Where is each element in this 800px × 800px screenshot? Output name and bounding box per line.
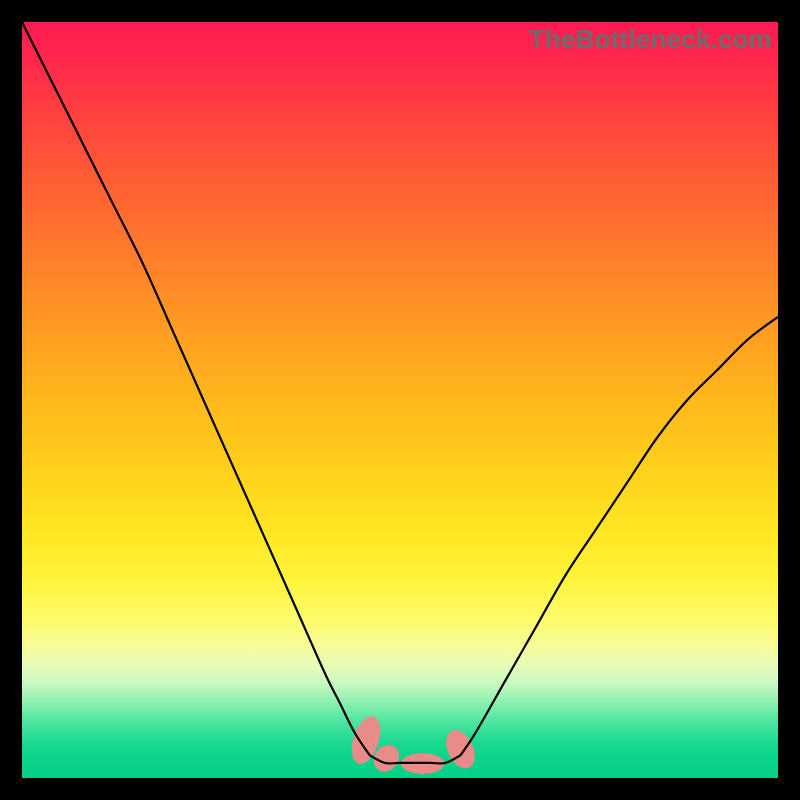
curve-left-branch — [22, 22, 370, 755]
valley-blobs — [347, 713, 480, 776]
curve-right-branch — [460, 317, 778, 755]
chart-svg — [22, 22, 778, 778]
plot-area: TheBottleneck.com — [22, 22, 778, 778]
outer-frame: TheBottleneck.com — [0, 0, 800, 800]
